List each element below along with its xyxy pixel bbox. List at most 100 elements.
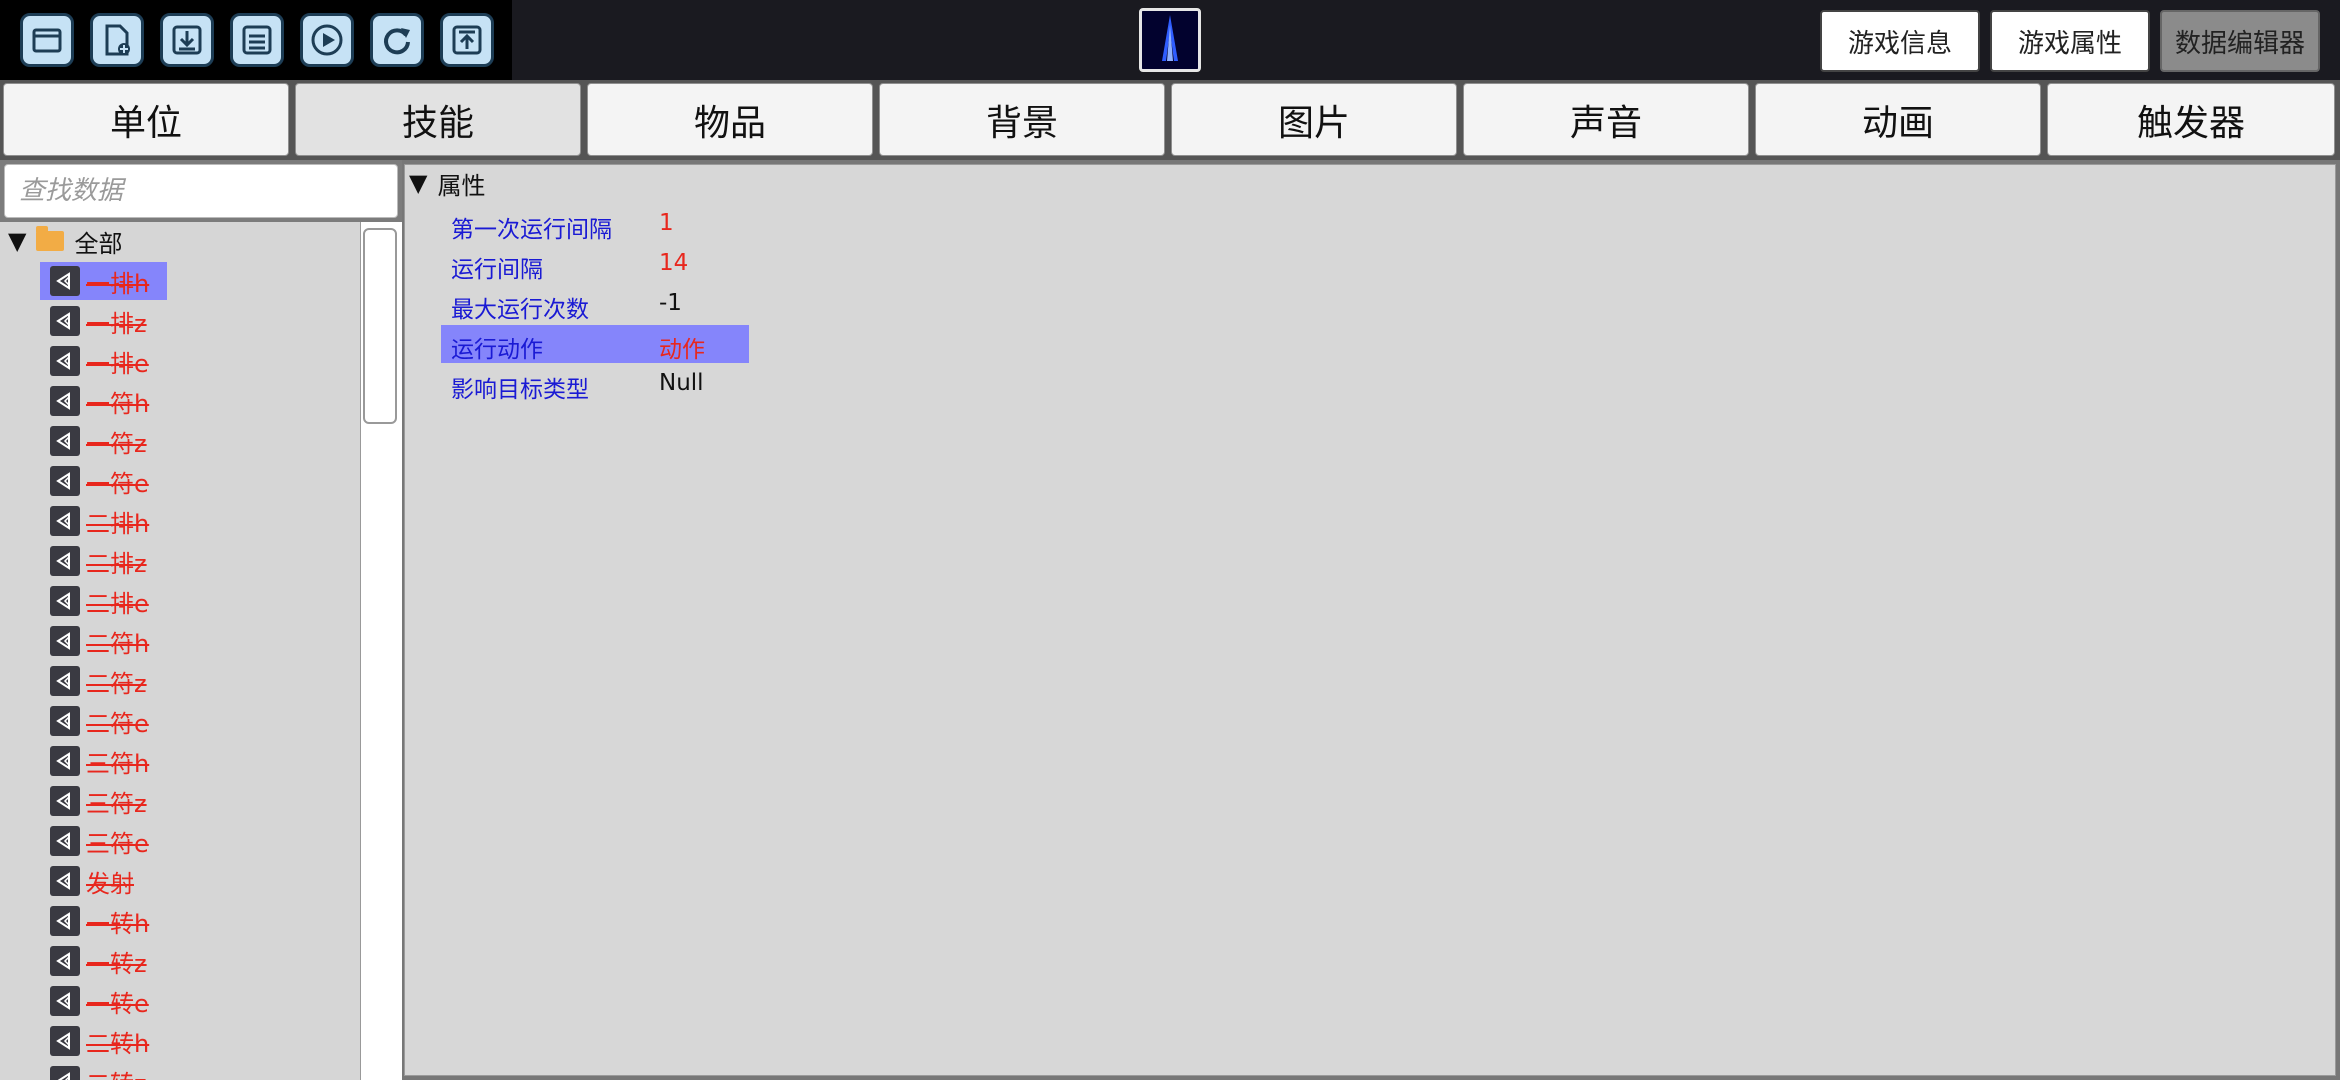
open-folder-button[interactable] (20, 13, 74, 67)
tree-item[interactable]: 二符h (40, 622, 167, 660)
property-row[interactable]: 最大运行次数 -1 (441, 285, 749, 323)
tree-item[interactable]: 二符e (40, 702, 167, 740)
tab-animations[interactable]: 动画 (1755, 83, 2041, 156)
tree-item[interactable]: 三符z (40, 782, 165, 820)
tree-item-label: 一排e (86, 349, 149, 378)
property-name: 运行间隔 (451, 257, 543, 283)
tab-items[interactable]: 物品 (587, 83, 873, 156)
skill-icon (50, 866, 80, 896)
property-value[interactable]: 14 (659, 250, 688, 276)
skill-icon (50, 1066, 80, 1080)
tree-item[interactable]: 一转h (40, 902, 167, 940)
tree-item-label: 一转h (86, 909, 150, 938)
skill-icon (50, 1026, 80, 1056)
tree-item-label: 三符h (86, 749, 150, 778)
tree-item-label: 发射 (86, 869, 134, 898)
tree-item-label: 二转z (86, 1064, 147, 1080)
property-panel: ▼ 属性 第一次运行间隔 1 运行间隔 14 最大运行次数 -1 运行动作 动作… (402, 160, 2340, 1080)
tree-item[interactable]: 一符z (40, 422, 165, 460)
tree-item-label: 二转h (86, 1029, 150, 1058)
property-name: 运行动作 (451, 337, 543, 363)
tab-sounds[interactable]: 声音 (1463, 83, 1749, 156)
game-properties-button[interactable]: 游戏属性 (1990, 10, 2150, 72)
tree-item[interactable]: 二排e (40, 582, 167, 620)
skill-icon (50, 906, 80, 936)
skill-icon (50, 546, 80, 576)
tree-item[interactable]: 一排e (40, 342, 167, 380)
tree-item[interactable]: 二转z (40, 1062, 165, 1080)
property-value[interactable]: 动作 (659, 330, 705, 364)
game-info-button[interactable]: 游戏信息 (1820, 10, 1980, 72)
play-button[interactable] (300, 13, 354, 67)
data-editor-button[interactable]: 数据编辑器 (2160, 10, 2320, 72)
tree-item[interactable]: 二转h (40, 1022, 167, 1060)
category-tabs: 单位 技能 物品 背景 图片 声音 动画 触发器 (0, 80, 2340, 160)
tab-units[interactable]: 单位 (3, 83, 289, 156)
tree-item[interactable]: 二排z (40, 542, 165, 580)
tree-root[interactable]: ▼ 全部 (8, 222, 122, 260)
tree-item[interactable]: 二符z (40, 662, 165, 700)
property-value[interactable]: -1 (659, 290, 682, 316)
tree-item-label: 一转e (86, 989, 149, 1018)
skill-icon (50, 586, 80, 616)
tree-item[interactable]: 三符h (40, 742, 167, 780)
tree-item-label: 一符e (86, 469, 149, 498)
skill-icon (50, 506, 80, 536)
tab-backgrounds[interactable]: 背景 (879, 83, 1165, 156)
skill-icon (50, 626, 80, 656)
skill-icon (50, 666, 80, 696)
new-file-button[interactable] (90, 13, 144, 67)
tab-images[interactable]: 图片 (1171, 83, 1457, 156)
tab-triggers[interactable]: 触发器 (2047, 83, 2335, 156)
tree-item-label: 二符e (86, 709, 149, 738)
tree-item[interactable]: 一转e (40, 982, 167, 1020)
tree-item-label: 三符e (86, 829, 149, 858)
skill-icon (50, 346, 80, 376)
upload-button[interactable] (440, 13, 494, 67)
tree-item[interactable]: 一排z (40, 302, 165, 340)
tree-item[interactable]: 二排h (40, 502, 167, 540)
property-row[interactable]: 运行间隔 14 (441, 245, 749, 283)
tree-item[interactable]: 一符e (40, 462, 167, 500)
property-row-selected[interactable]: 运行动作 动作 (441, 325, 749, 363)
tree-item[interactable]: 发射 (40, 862, 152, 900)
tree-item[interactable]: 一符h (40, 382, 167, 420)
property-value[interactable]: 1 (659, 210, 674, 236)
tree-item-label: 三符z (86, 789, 147, 818)
property-row[interactable]: 影响目标类型 Null (441, 365, 749, 403)
skill-icon (50, 306, 80, 336)
save-button[interactable] (230, 13, 284, 67)
tree-item[interactable]: 一转z (40, 942, 165, 980)
top-bar: 游戏信息 游戏属性 数据编辑器 (0, 0, 2340, 80)
tab-skills[interactable]: 技能 (295, 83, 581, 156)
tree-scrollbar[interactable] (360, 222, 402, 1080)
skill-icon (50, 786, 80, 816)
tree-item[interactable]: 三符e (40, 822, 167, 860)
property-section-header[interactable]: ▼ 属性 (409, 165, 485, 201)
tree-item[interactable]: 一排h (40, 262, 168, 300)
refresh-icon (384, 28, 410, 55)
save-icon (242, 25, 272, 55)
property-section-title: 属性 (437, 171, 486, 200)
tree-item-label: 一转z (86, 949, 147, 978)
property-name: 影响目标类型 (451, 377, 589, 403)
skill-icon (50, 946, 80, 976)
tree-item-label: 一排z (86, 309, 147, 338)
folder-icon (36, 226, 65, 251)
expand-triangle-icon[interactable]: ▼ (8, 227, 26, 255)
data-list-panel: ▼ 全部 一排h 一排z 一排e 一符h 一符z 一符e 二排h 二排z 二排e 二符h 二符z 二符… (0, 160, 402, 1080)
property-value[interactable]: Null (659, 370, 704, 396)
data-tree: ▼ 全部 一排h 一排z 一排e 一符h 一符z 一符e 二排h 二排z 二排e 二符h 二符z 二符… (0, 222, 360, 1080)
tree-root-label: 全部 (74, 229, 123, 258)
skill-icon (50, 706, 80, 736)
refresh-button[interactable] (370, 13, 424, 67)
scrollbar-thumb[interactable] (363, 228, 397, 424)
download-button[interactable] (160, 13, 214, 67)
play-icon (311, 24, 343, 56)
tree-item-label: 二符z (86, 669, 147, 698)
property-row[interactable]: 第一次运行间隔 1 (441, 205, 749, 243)
tree-item-label: 一符h (86, 389, 150, 418)
upload-icon (452, 25, 482, 55)
search-input[interactable] (4, 164, 398, 218)
expand-triangle-icon[interactable]: ▼ (409, 169, 427, 197)
